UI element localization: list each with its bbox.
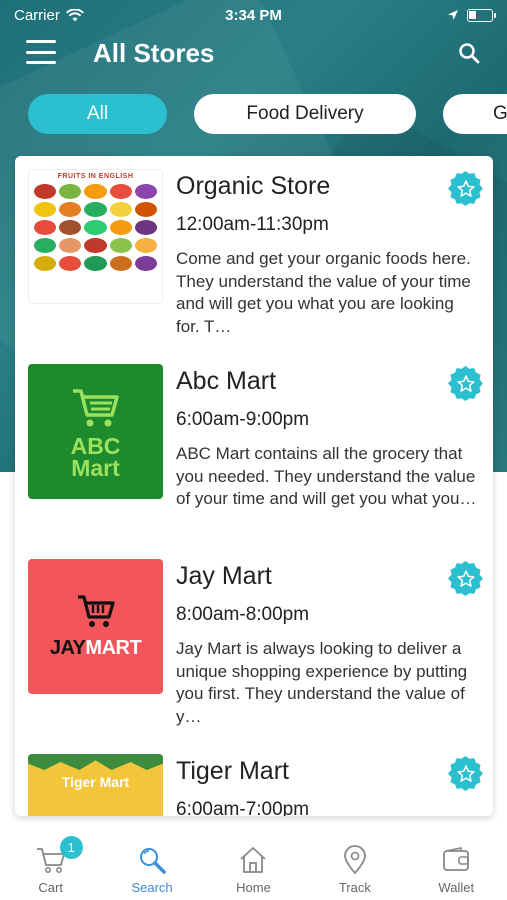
tab-label: Wallet [438, 880, 475, 895]
bottom-tab-bar: 1 Cart Search Home Track Wallet [0, 822, 507, 900]
tab-cart[interactable]: 1 Cart [11, 836, 91, 895]
tab-search[interactable]: Search [112, 844, 192, 895]
status-time: 3:34 PM [225, 6, 282, 24]
battery-icon [467, 8, 496, 22]
search-icon[interactable] [457, 41, 481, 65]
tab-label: Home [236, 880, 271, 895]
store-card-tiger-mart[interactable]: Tiger Mart Tiger Mart 6:00am-7:00pm [15, 741, 493, 816]
menu-button[interactable] [26, 40, 56, 64]
status-right [447, 8, 496, 22]
cart-logo-icon [77, 595, 115, 627]
store-card-organic-store[interactable]: FRUITS IN ENGLISH Organic Store 12:00am-… [15, 156, 493, 351]
filter-chips: All Food Delivery G [28, 94, 507, 134]
page-title: All Stores [93, 38, 215, 68]
cart-badge: 1 [59, 836, 83, 859]
store-name: Abc Mart [176, 367, 277, 395]
store-description: Jay Mart is always looking to deliver a … [176, 639, 468, 726]
carrier-label: Carrier [14, 6, 60, 24]
store-name: Tiger Mart [176, 757, 289, 785]
star-icon [456, 374, 475, 392]
fruit-grid [29, 180, 162, 275]
star-icon [456, 569, 475, 587]
store-thumbnail: ABC Mart [28, 364, 163, 499]
store-card-jay-mart[interactable]: JAYMART Jay Mart 8:00am-8:00pm Jay Mart … [15, 546, 493, 741]
tab-label: Cart [38, 880, 63, 895]
logo-part: JAY [49, 637, 86, 659]
store-thumbnail: FRUITS IN ENGLISH [28, 169, 163, 304]
cart-logo-icon [72, 388, 119, 426]
logo-part: MART [85, 637, 142, 659]
thumbnail-title: FRUITS IN ENGLISH [57, 173, 134, 180]
favorite-star-button[interactable] [448, 561, 483, 596]
wifi-icon [65, 8, 84, 21]
leaf-decoration [28, 754, 163, 770]
store-hours: 6:00am-7:00pm [176, 799, 310, 816]
store-description: Come and get your organic foods here. Th… [176, 249, 471, 336]
store-list: FRUITS IN ENGLISH Organic Store 12:00am-… [15, 156, 493, 816]
favorite-star-button[interactable] [448, 756, 483, 791]
nav-bar: All Stores [0, 30, 507, 80]
location-pin-icon [339, 844, 371, 876]
store-hours: 8:00am-8:00pm [176, 604, 310, 625]
tab-label: Search [131, 880, 173, 895]
hamburger-icon-line [26, 40, 56, 43]
store-hours: 12:00am-11:30pm [176, 214, 329, 235]
store-hours: 6:00am-9:00pm [176, 409, 310, 430]
store-name: Organic Store [176, 172, 331, 200]
favorite-star-button[interactable] [448, 171, 483, 206]
store-name: Jay Mart [176, 562, 272, 590]
wallet-icon [440, 844, 472, 876]
filter-chip-food-delivery[interactable]: Food Delivery [194, 94, 416, 134]
logo-line: Mart [71, 454, 120, 481]
logo-text: Tiger Mart [61, 774, 130, 790]
location-arrow-icon [448, 10, 458, 20]
tab-track[interactable]: Track [315, 844, 395, 895]
home-icon [237, 844, 269, 876]
store-thumbnail: Tiger Mart [28, 754, 163, 816]
store-description: ABC Mart contains all the grocery that y… [176, 444, 477, 508]
favorite-star-button[interactable] [448, 366, 483, 401]
hamburger-icon-line [26, 61, 56, 64]
store-thumbnail: JAYMART [28, 559, 163, 694]
logo-text: ABC Mart [70, 432, 121, 481]
tab-wallet[interactable]: Wallet [416, 844, 496, 895]
filter-chip-all[interactable]: All [28, 94, 167, 134]
star-icon [456, 179, 475, 197]
store-card-abc-mart[interactable]: ABC Mart Abc Mart 6:00am-9:00pm ABC Mart… [15, 351, 493, 546]
hamburger-icon-line [26, 50, 56, 54]
star-icon [456, 764, 475, 782]
logo-line: ABC [70, 432, 121, 459]
status-bar: Carrier 3:34 PM [0, 0, 507, 30]
tab-label: Track [338, 880, 371, 895]
filter-chip-grocery[interactable]: G [443, 94, 507, 134]
search-icon [136, 844, 168, 876]
tab-home[interactable]: Home [213, 844, 293, 895]
logo-text: JAYMART [49, 637, 142, 660]
status-left: Carrier [14, 7, 84, 24]
